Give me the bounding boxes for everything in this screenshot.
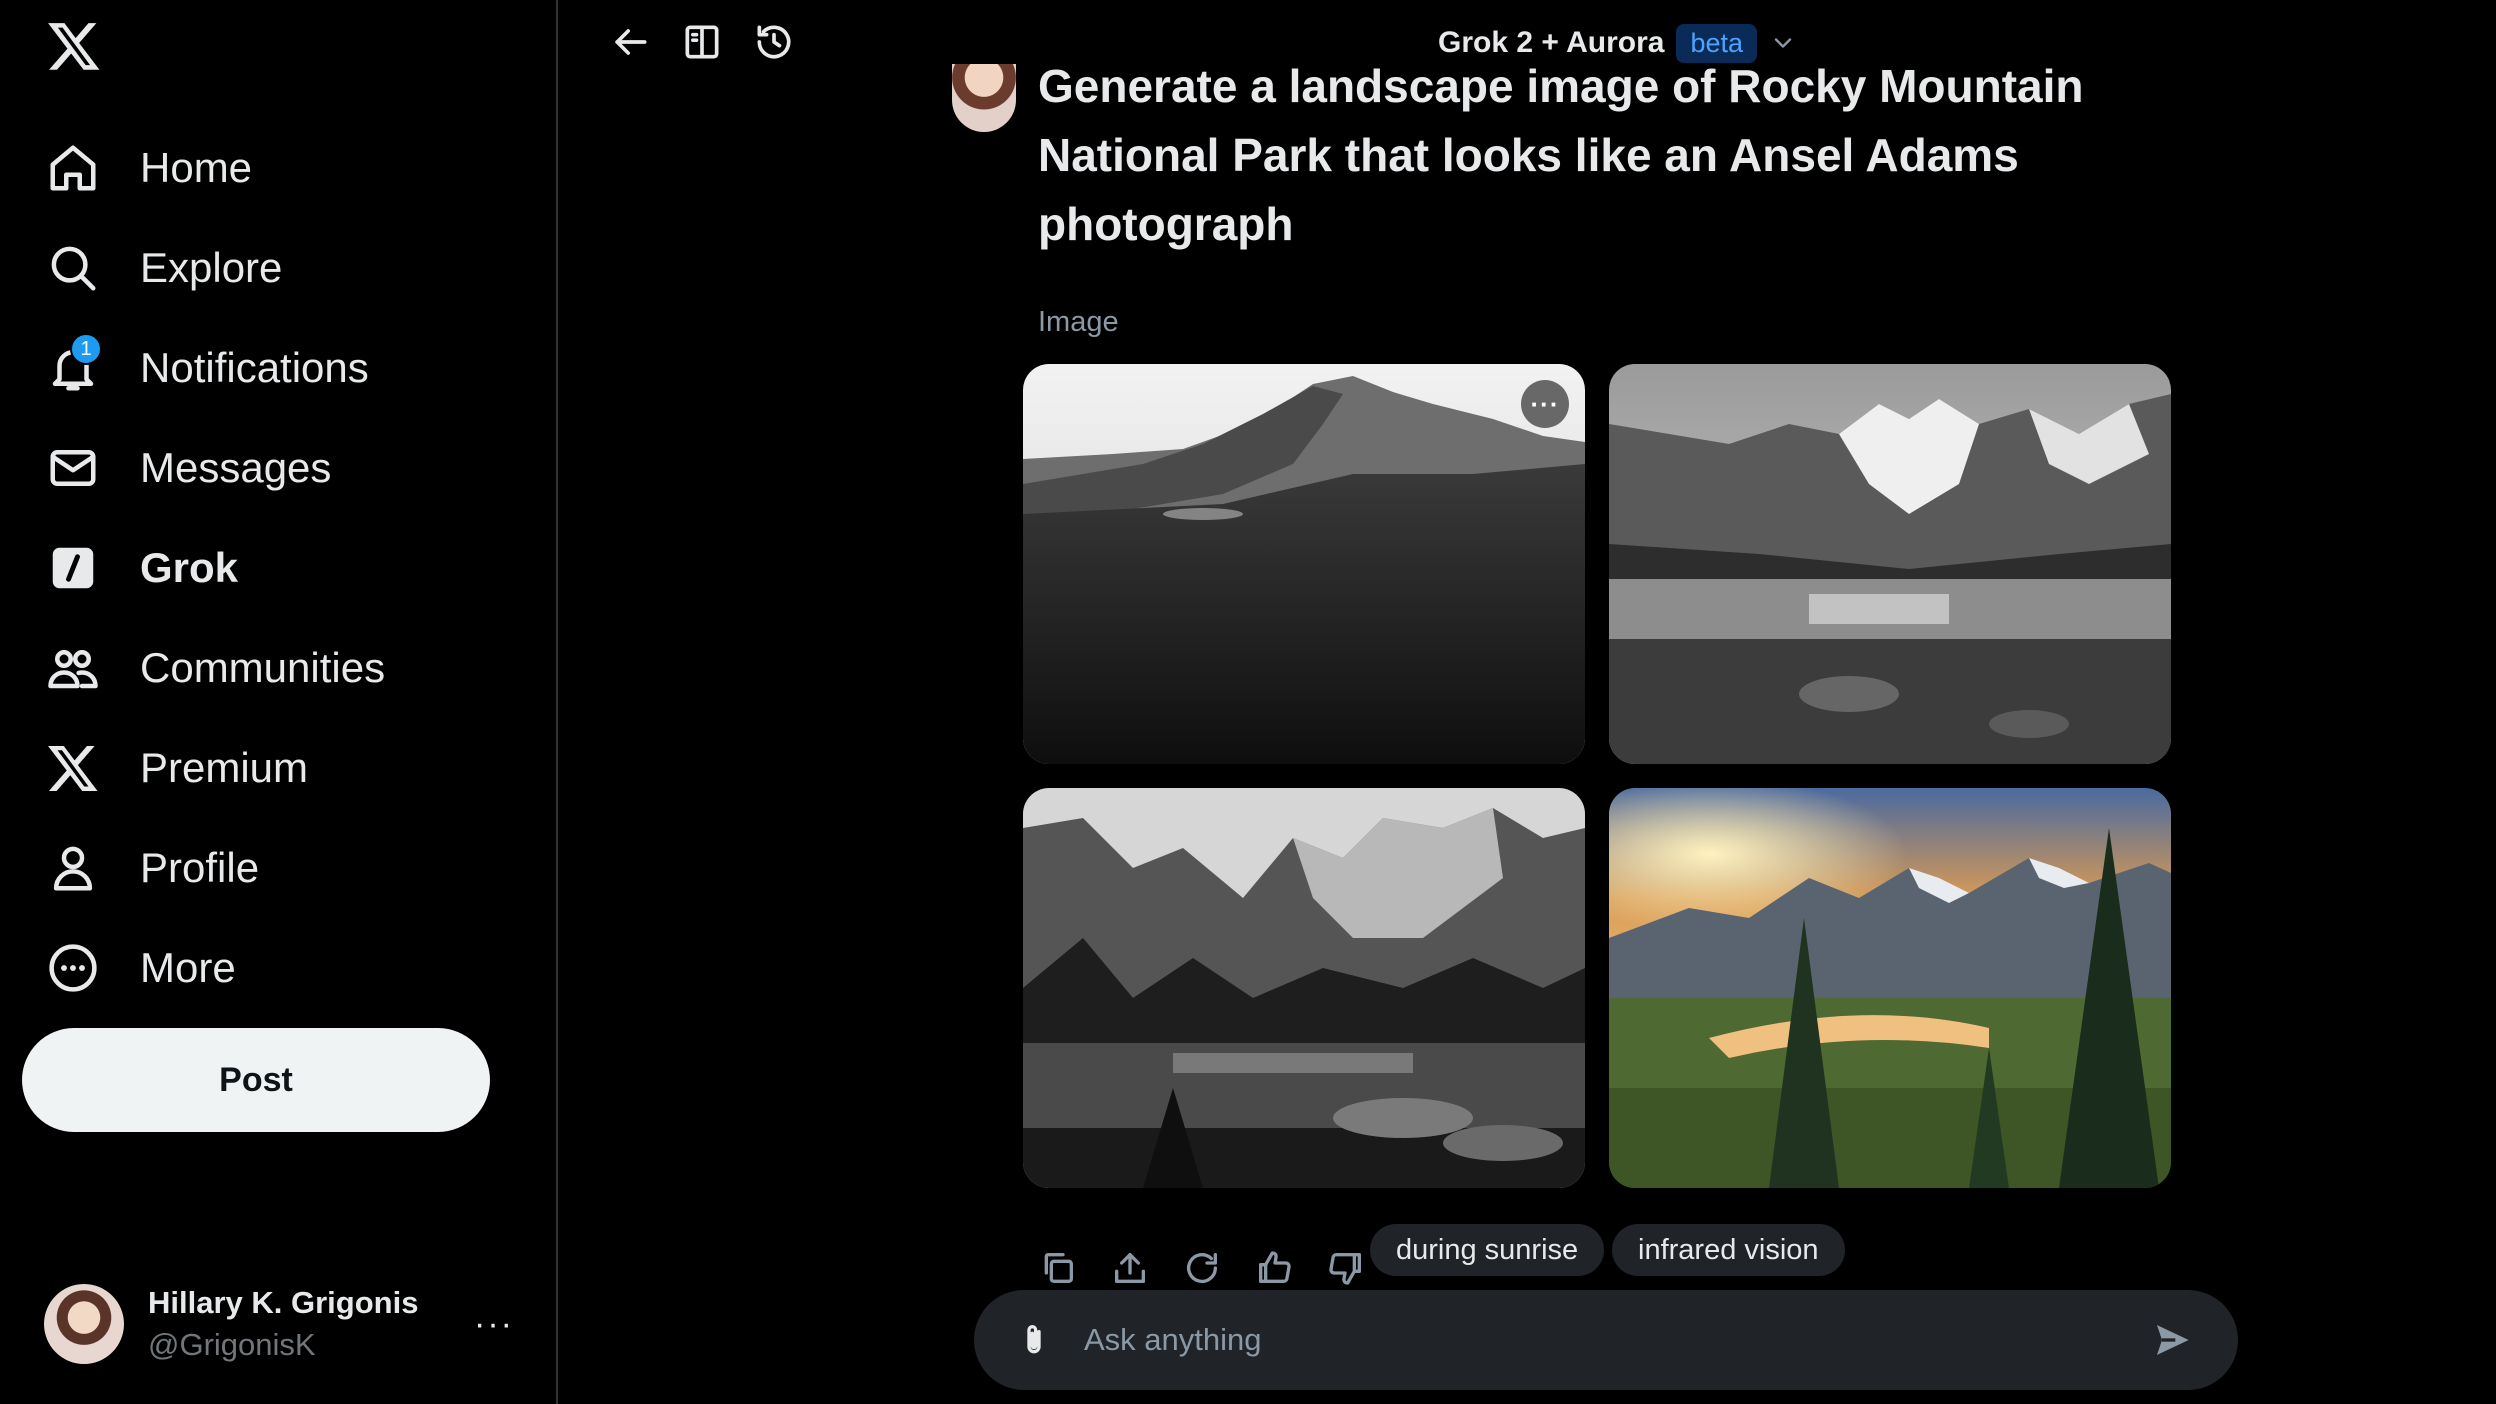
suggestion-chip[interactable]: during sunrise — [1370, 1224, 1605, 1276]
bell-icon: 1 — [46, 333, 102, 395]
nav-item-explore[interactable]: Explore — [22, 218, 409, 318]
thumbs-up-icon[interactable] — [1254, 1248, 1294, 1288]
search-icon — [46, 241, 100, 295]
x-logo-icon — [46, 741, 100, 795]
nav-label: More — [140, 944, 236, 991]
ask-input[interactable] — [1084, 1314, 2084, 1366]
nav-item-premium[interactable]: Premium — [22, 718, 409, 818]
home-icon — [46, 141, 100, 195]
copy-icon[interactable] — [1038, 1248, 1078, 1288]
x-logo-icon[interactable] — [44, 18, 104, 74]
account-switcher[interactable]: Hillary K. Grigonis @GrigonisK ··· — [22, 1264, 536, 1384]
avatar — [44, 1284, 124, 1364]
notification-count-badge: 1 — [70, 333, 102, 365]
paperclip-icon[interactable] — [1014, 1320, 1054, 1360]
post-button[interactable]: Post — [22, 1028, 490, 1132]
account-more-icon[interactable]: ··· — [474, 1305, 514, 1344]
account-handle: @GrigonisK — [148, 1327, 316, 1362]
nav-label: Profile — [140, 844, 260, 891]
thumbs-down-icon[interactable] — [1326, 1248, 1366, 1288]
account-name: Hillary K. Grigonis — [148, 1285, 419, 1320]
nav-item-communities[interactable]: Communities — [22, 618, 409, 718]
nav-label: Communities — [140, 644, 386, 691]
people-icon — [46, 641, 100, 695]
primary-nav: Home Explore 1 Notifications Messages Gr… — [22, 118, 409, 1018]
nav-label: Explore — [140, 244, 283, 291]
suggestion-chip[interactable]: infrared vision — [1612, 1224, 1845, 1276]
image-content — [1609, 364, 2171, 764]
history-icon[interactable] — [752, 20, 796, 64]
nav-item-profile[interactable]: Profile — [22, 818, 409, 918]
more-circle-icon — [46, 941, 100, 995]
model-name: Grok 2 + Aurora — [1438, 26, 1665, 59]
response-actions — [1038, 1248, 1398, 1288]
image-content — [1609, 788, 2171, 1188]
nav-label: Grok — [140, 544, 239, 591]
grok-main: Grok 2 + Aurora beta Generate a landscap… — [560, 0, 2496, 1404]
person-icon — [46, 841, 100, 895]
sidebar: Home Explore 1 Notifications Messages Gr… — [0, 0, 558, 1404]
nav-item-notifications[interactable]: 1 Notifications — [22, 318, 409, 418]
nav-label: Premium — [140, 744, 309, 791]
back-arrow-icon[interactable] — [608, 20, 652, 64]
nav-label: Messages — [140, 444, 332, 491]
nav-item-home[interactable]: Home — [22, 118, 409, 218]
image-more-icon[interactable]: ··· — [1521, 380, 1569, 428]
prompt-text: Generate a landscape image of Rocky Moun… — [1038, 60, 2084, 250]
generated-image-1[interactable]: ··· — [1023, 364, 1585, 764]
nav-label: Home — [140, 144, 253, 191]
generated-image-4[interactable] — [1609, 788, 2171, 1188]
generated-image-3[interactable] — [1023, 788, 1585, 1188]
response-section-label: Image — [1038, 306, 1119, 338]
sidebar-toggle-icon[interactable] — [680, 20, 724, 64]
nav-item-grok[interactable]: Grok — [22, 518, 409, 618]
account-info: Hillary K. Grigonis @GrigonisK — [148, 1285, 474, 1363]
nav-item-more[interactable]: More — [22, 918, 409, 1018]
regenerate-icon[interactable] — [1182, 1248, 1222, 1288]
composer — [974, 1290, 2238, 1390]
generated-image-2[interactable] — [1609, 364, 2171, 764]
prompt-message: Generate a landscape image of Rocky Moun… — [1000, 56, 2200, 296]
send-icon[interactable] — [2152, 1320, 2192, 1360]
image-content — [1023, 364, 1585, 764]
share-icon[interactable] — [1110, 1248, 1150, 1288]
nav-label: Notifications — [140, 344, 369, 391]
nav-item-messages[interactable]: Messages — [22, 418, 409, 518]
envelope-icon — [46, 441, 100, 495]
app-root: Home Explore 1 Notifications Messages Gr… — [0, 0, 2496, 1404]
image-content — [1023, 788, 1585, 1188]
grok-icon — [46, 541, 100, 595]
chevron-down-icon — [1774, 38, 1792, 48]
